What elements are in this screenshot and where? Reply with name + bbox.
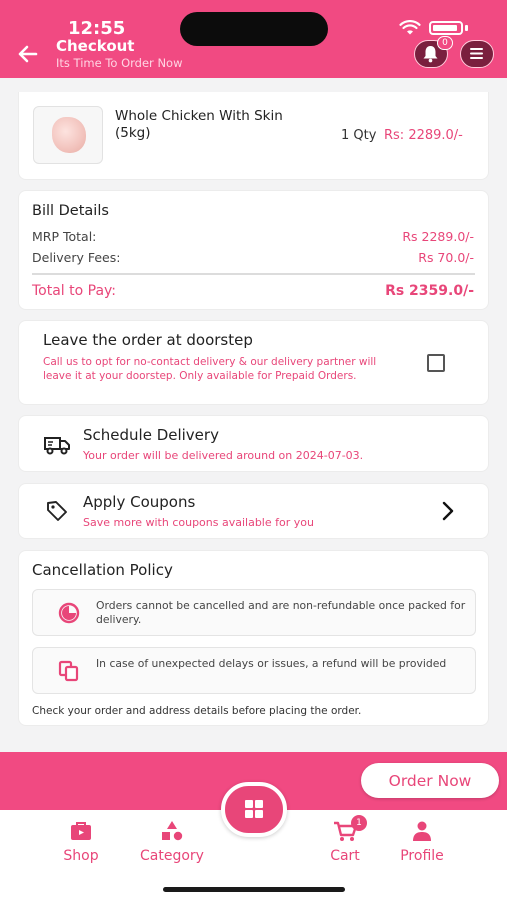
page-subtitle: Its Time To Order Now: [56, 56, 183, 70]
nav-label-profile: Profile: [400, 848, 444, 864]
policy-item: In case of unexpected delays or issues, …: [32, 647, 476, 694]
shop-icon: [71, 822, 91, 840]
app-header: 12:55 Checkout Its Time To Order Now 0: [0, 0, 507, 78]
tag-icon: [47, 501, 67, 521]
policy-text: In case of unexpected delays or issues, …: [96, 657, 447, 670]
product-name: Whole Chicken With Skin (5kg): [115, 108, 283, 141]
notification-badge: 0: [437, 36, 453, 50]
battery-tip: [465, 25, 468, 31]
profile-icon: [413, 821, 431, 841]
doorstep-checkbox[interactable]: [427, 354, 445, 372]
center-grid-button[interactable]: [221, 782, 287, 837]
cancellation-title: Cancellation Policy: [32, 561, 173, 579]
mrp-label: MRP Total:: [32, 229, 97, 244]
page-title: Checkout: [56, 37, 135, 55]
doorstep-card: Leave the order at doorstep Call us to o…: [18, 320, 489, 405]
nav-item-shop[interactable]: Shop: [41, 820, 121, 864]
wifi-icon: [399, 20, 421, 35]
truck-icon: [44, 437, 70, 455]
chevron-right-icon: [442, 501, 454, 521]
cancellation-footer: Check your order and address details bef…: [32, 705, 362, 717]
schedule-delivery-card[interactable]: Schedule Delivery Your order will be del…: [18, 415, 489, 472]
coupons-description: Save more with coupons available for you: [83, 516, 314, 529]
product-image: [33, 106, 103, 164]
delivery-label: Delivery Fees:: [32, 250, 121, 265]
bill-details-card: Bill Details MRP Total: Rs 2289.0/- Deli…: [18, 190, 489, 310]
pie-icon: [58, 602, 80, 624]
back-arrow-icon[interactable]: [14, 40, 42, 68]
nav-item-category[interactable]: Category: [132, 820, 212, 864]
product-card: Whole Chicken With Skin (5kg) 1 Qty Rs: …: [18, 92, 489, 180]
category-icon: [162, 821, 183, 841]
cart-badge: 1: [351, 815, 367, 831]
schedule-description: Your order will be delivered around on 2…: [83, 449, 364, 462]
doorstep-description: Call us to opt for no-contact delivery &…: [43, 356, 377, 382]
apply-coupons-card[interactable]: Apply Coupons Save more with coupons ava…: [18, 483, 489, 539]
status-time: 12:55: [68, 18, 126, 39]
bill-divider: [32, 273, 475, 275]
nav-label-shop: Shop: [63, 848, 99, 864]
delivery-value: Rs 70.0/-: [418, 250, 474, 265]
status-icons: [399, 20, 479, 36]
grid-icon: [245, 800, 263, 818]
product-qty: 1 Qty: [341, 128, 377, 143]
policy-item: Orders cannot be cancelled and are non-r…: [32, 589, 476, 636]
nav-item-cart[interactable]: 1 Cart: [305, 815, 385, 864]
menu-button[interactable]: [460, 40, 494, 68]
nav-item-profile[interactable]: Profile: [382, 820, 462, 864]
cancellation-policy-card: Cancellation Policy Orders cannot be can…: [18, 550, 489, 726]
battery-icon: [429, 21, 463, 35]
copy-icon: [58, 660, 79, 682]
doorstep-title: Leave the order at doorstep: [43, 331, 253, 349]
order-now-button[interactable]: Order Now: [361, 763, 499, 798]
hamburger-icon: [470, 48, 483, 59]
home-indicator: [163, 887, 345, 892]
chicken-image: [52, 117, 86, 153]
coupons-title: Apply Coupons: [83, 493, 196, 511]
total-label: Total to Pay:: [32, 283, 117, 299]
nav-label-cart: Cart: [330, 848, 360, 864]
policy-text: Orders cannot be cancelled and are non-r…: [96, 599, 466, 626]
mrp-value: Rs 2289.0/-: [402, 229, 474, 244]
schedule-title: Schedule Delivery: [83, 426, 219, 444]
dynamic-island: [180, 12, 328, 46]
total-value: Rs 2359.0/-: [385, 283, 474, 299]
nav-label-category: Category: [140, 848, 204, 864]
bill-title: Bill Details: [32, 203, 109, 219]
product-price: Rs: 2289.0/-: [384, 128, 463, 143]
